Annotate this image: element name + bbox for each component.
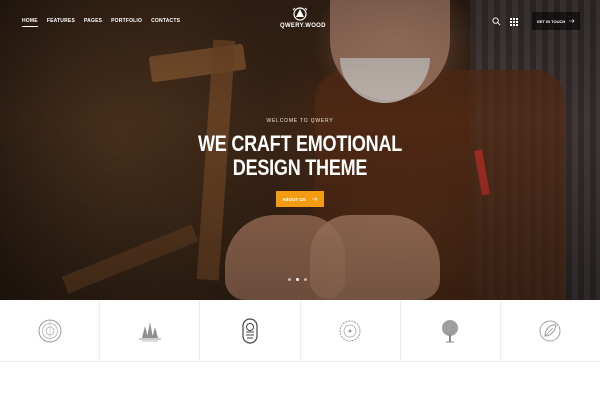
tree-icon [442, 320, 459, 343]
arrow-right-icon [311, 197, 318, 201]
nav-contacts[interactable]: Contacts [151, 18, 180, 27]
partner-logo[interactable] [401, 300, 501, 362]
partner-logo[interactable] [501, 300, 600, 362]
hero-kicker: Welcome to Qwery [266, 118, 334, 124]
slider-dots [288, 278, 307, 281]
about-us-label: About us [282, 196, 306, 202]
pine-forest-icon [138, 322, 161, 342]
slide-dot-1[interactable] [288, 278, 291, 281]
headline-line-1: WE CRAFT EMOTIONAL [197, 131, 403, 156]
hero-section: Home Features Pages Portfolio Contacts Q… [0, 0, 600, 300]
woodwork-badge-icon [242, 318, 258, 344]
nav-pages[interactable]: Pages [84, 18, 102, 27]
partner-logos-strip [0, 300, 600, 362]
slide-dot-2[interactable] [296, 278, 299, 281]
leaf-emblem-icon [539, 320, 561, 342]
headline-line-2: DESIGN THEME [232, 155, 368, 180]
partner-logo[interactable] [0, 300, 101, 362]
grid-menu-icon[interactable] [510, 18, 518, 26]
search-icon[interactable] [492, 17, 501, 26]
about-us-button[interactable]: About us [276, 191, 324, 207]
nav-home[interactable]: Home [22, 18, 38, 27]
nav-features[interactable]: Features [47, 18, 75, 27]
hero-headline: WE CRAFT EMOTIONAL DESIGN THEME [54, 132, 546, 180]
saw-logo-icon [292, 7, 308, 21]
get-in-touch-label: Get in touch [536, 18, 566, 24]
wood-ring-icon [38, 319, 62, 343]
saw-blade-icon [339, 320, 361, 342]
partner-logo[interactable] [100, 300, 201, 362]
logo-text: QWERY.WOOD [280, 23, 326, 29]
nav-portfolio[interactable]: Portfolio [111, 18, 142, 27]
arrow-right-icon [569, 19, 575, 23]
slide-dot-3[interactable] [304, 278, 307, 281]
site-logo[interactable]: QWERY.WOOD [280, 6, 326, 29]
main-nav: Home Features Pages Portfolio Contacts [22, 18, 180, 27]
get-in-touch-button[interactable]: Get in touch [532, 12, 580, 30]
partner-logo[interactable] [301, 300, 401, 362]
partner-logo[interactable] [200, 300, 301, 362]
